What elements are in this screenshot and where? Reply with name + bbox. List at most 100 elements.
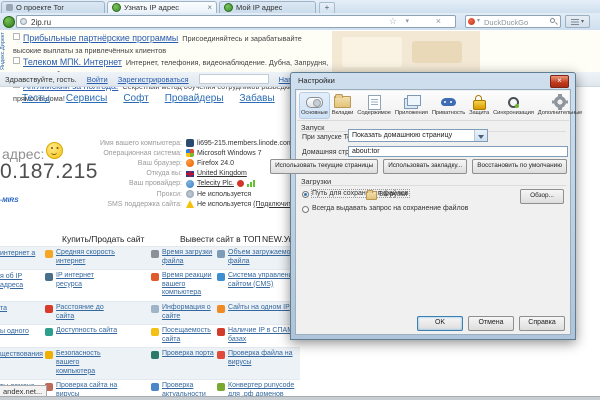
service-link[interactable]: Безопасность вашего компьютера: [56, 350, 118, 376]
nav-providers[interactable]: Провайдеры: [165, 93, 224, 104]
tab-tabs[interactable]: Вкладки: [330, 92, 356, 119]
browse-button[interactable]: Обзор...: [520, 189, 564, 204]
ad-hide-icon[interactable]: [13, 33, 20, 40]
panel-menu-button[interactable]: ▾: [565, 15, 590, 28]
banner-ad-image[interactable]: [332, 31, 480, 72]
help-button[interactable]: Справка: [519, 316, 565, 331]
table-row: ществования Безопасность вашего компьюте…: [0, 347, 300, 379]
nav-services[interactable]: Сервисы: [66, 93, 107, 104]
service-link[interactable]: Расстояние до сайта: [56, 304, 118, 321]
partner-badge[interactable]: -MIRS: [0, 197, 18, 204]
info-row: Прокси: Не используется: [84, 189, 299, 199]
register-link[interactable]: Зарегистрироваться: [118, 75, 189, 84]
dialog-footer: OK Отмена Справка: [417, 316, 565, 331]
tab-advanced[interactable]: Дополнительные: [536, 92, 585, 119]
dialog-title: Настройки: [298, 76, 335, 85]
ad-title-link[interactable]: Прибыльные партнёрские программы: [23, 33, 178, 43]
search-engine-dropdown-icon[interactable]: ▾: [477, 16, 480, 27]
tab-my-ip[interactable]: Мой IP адрес: [219, 1, 316, 13]
yandex-direct-brand[interactable]: Яндекс.Директ: [0, 31, 9, 72]
info-row: Ваш браузер: Firefox 24.0: [84, 158, 299, 168]
tab-privacy[interactable]: Приватность: [430, 92, 467, 119]
general-icon: [306, 97, 323, 108]
ad-title-link[interactable]: Телеком МПК. Интернет: [23, 57, 122, 67]
lock-icon: [473, 100, 486, 110]
ok-button[interactable]: OK: [417, 316, 463, 331]
tab-label: Мой IP адрес: [236, 3, 282, 12]
service-link[interactable]: Время реакции вашего компьютера: [162, 272, 217, 298]
lock-icon: [45, 351, 53, 359]
tor-favicon: [112, 3, 121, 12]
service-link[interactable]: Доступность сайта: [56, 327, 117, 344]
nav-fun[interactable]: Забавы: [240, 93, 275, 104]
login-name-input[interactable]: [199, 74, 269, 84]
service-link[interactable]: ществования: [0, 351, 43, 376]
table-row: интернет а Средняя скорость интернет Вре…: [0, 246, 300, 269]
url-dropdown-icon[interactable]: ▾: [405, 16, 409, 27]
stop-icon[interactable]: ×: [436, 16, 441, 26]
close-icon[interactable]: ×: [550, 75, 569, 88]
browser-check-icon: [151, 383, 159, 391]
smiley-icon: [46, 142, 63, 159]
cms-icon: [217, 273, 225, 281]
search-icon[interactable]: [550, 18, 555, 23]
bookmark-star-icon[interactable]: ☆: [389, 16, 397, 27]
table-row: я об IP адреса IP интернет ресурса Время…: [0, 269, 300, 301]
cancel-button[interactable]: Отмена: [468, 316, 514, 331]
tor-favicon: [224, 3, 233, 12]
tab-applications[interactable]: Приложения: [393, 92, 430, 119]
search-bar[interactable]: ▾ DuckDuckGo: [465, 15, 561, 28]
service-link[interactable]: Объем загружаемого файла: [228, 249, 298, 266]
service-link[interactable]: ы одного: [0, 328, 29, 344]
service-link[interactable]: я об IP адреса: [0, 273, 44, 298]
info-row: Ваш провайдер: Telecity Plc.: [84, 179, 299, 189]
service-link[interactable]: Проверка файла на вирусы: [228, 350, 298, 376]
always-ask-radio-label[interactable]: Всегда выдавать запрос на сохранение фай…: [312, 205, 468, 212]
promo-top-link[interactable]: Вывести сайт в ТОП: [180, 234, 261, 244]
tab-about-tor[interactable]: О проекте Tor: [1, 1, 105, 13]
duckduckgo-icon[interactable]: [468, 18, 475, 25]
service-link[interactable]: IP интернет ресурса: [56, 272, 118, 298]
save-path-radio[interactable]: [302, 191, 309, 198]
tab-sync[interactable]: Синхронизация: [491, 92, 536, 119]
ip-info-panel: Имя вашего компьютера: li695-215.members…: [84, 138, 299, 209]
service-link[interactable]: Проверка порта: [162, 350, 214, 376]
close-tab-icon[interactable]: ×: [207, 4, 212, 12]
service-link[interactable]: Средняя скорость интернет: [56, 249, 118, 266]
promo-buy-sell-link[interactable]: Купить/Продать сайт: [62, 234, 144, 244]
use-bookmark-button[interactable]: Использовать закладку...: [383, 159, 467, 174]
use-current-pages-button[interactable]: Использовать текущие страницы: [270, 159, 378, 174]
login-link[interactable]: Войти: [87, 75, 108, 84]
tab-label: О проекте Tor: [16, 3, 64, 12]
ad-item: Прибыльные партнёрские программыПрисоеди…: [13, 32, 331, 55]
service-link[interactable]: Сайты на одном IP: [228, 304, 290, 321]
settings-dialog: Настройки × Основные Вкладки Содержимое: [290, 72, 576, 340]
service-link[interactable]: Посещаемость сайта: [162, 327, 217, 344]
url-bar[interactable]: 2ip.ru ☆ ▾ ×: [16, 15, 456, 28]
startup-action-select[interactable]: Показать домашнюю страницу: [348, 129, 488, 142]
tab-check-ip[interactable]: Узнать IP адрес ×: [107, 1, 217, 13]
service-link[interactable]: Время загрузки файла: [162, 249, 217, 266]
always-ask-radio[interactable]: [302, 206, 309, 213]
speed-bars-icon: [45, 250, 53, 258]
tab-content[interactable]: Содержимое: [355, 92, 393, 119]
reaction-icon: [151, 273, 159, 281]
service-link[interactable]: Информация о сайте: [162, 304, 217, 321]
gear-icon: [554, 96, 566, 108]
nav-soft[interactable]: Софт: [123, 93, 148, 104]
punycode-icon: [217, 383, 225, 391]
homepage-input[interactable]: [348, 146, 568, 157]
service-link[interactable]: Наличие IP в СПАМ базах: [228, 327, 298, 344]
service-link[interactable]: интернет а: [0, 250, 35, 266]
torbutton-icon[interactable]: [3, 16, 15, 28]
ad-hide-icon[interactable]: [13, 57, 20, 64]
tab-security[interactable]: Защита: [467, 92, 491, 119]
url-text[interactable]: 2ip.ru: [31, 18, 51, 27]
service-link[interactable]: Система управления сайтом (CMS): [228, 272, 298, 298]
restore-default-button[interactable]: Восстановить по умолчанию: [472, 159, 567, 174]
downloads-folder-value: Загрузки: [379, 191, 407, 198]
search-placeholder[interactable]: DuckDuckGo: [484, 18, 528, 27]
tab-general[interactable]: Основные: [299, 92, 330, 119]
service-link[interactable]: та: [0, 305, 7, 321]
nav-tests[interactable]: Тесты: [22, 93, 50, 104]
